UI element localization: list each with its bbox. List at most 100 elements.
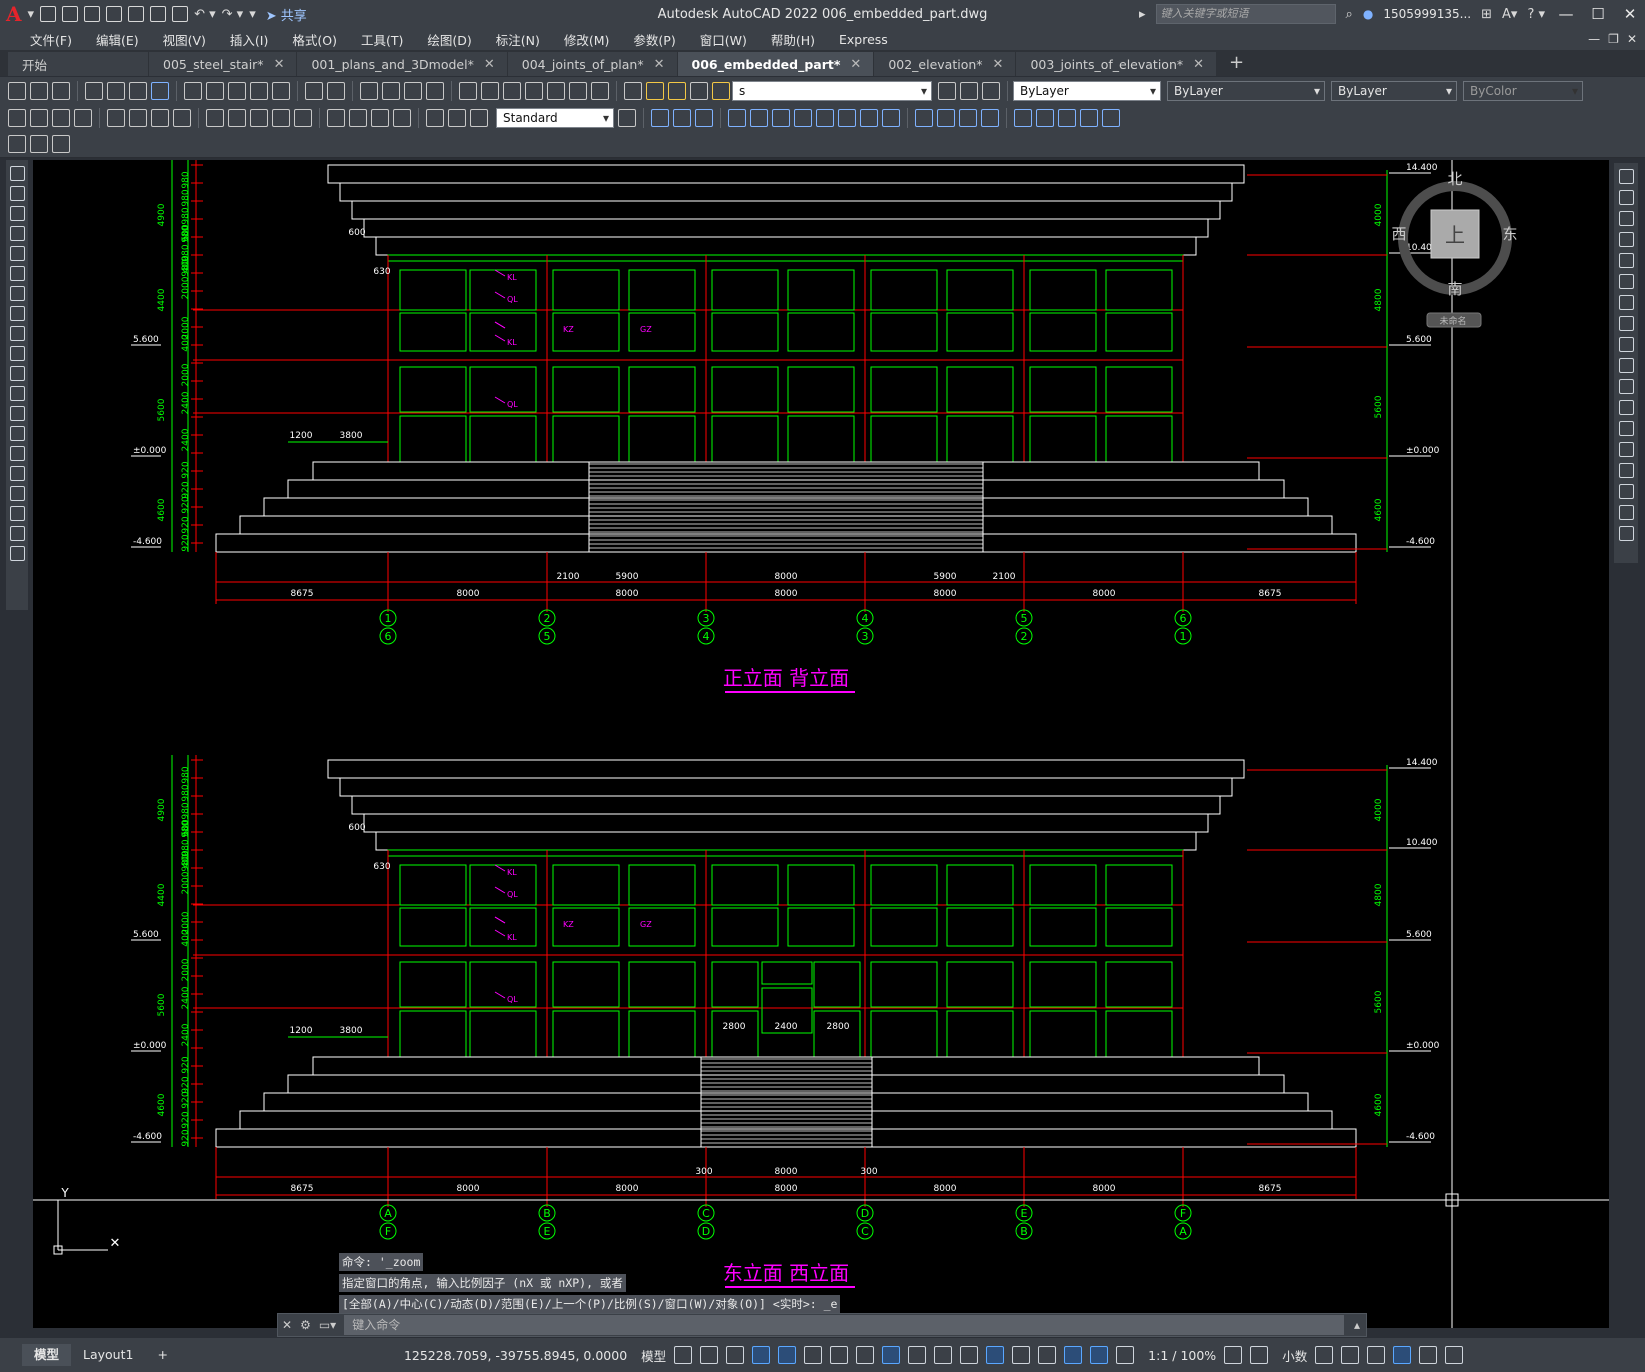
tab-layout1[interactable]: Layout1 xyxy=(71,1344,145,1366)
quick-properties-icon[interactable] xyxy=(1315,1346,1334,1364)
search-icon[interactable]: ⌕ xyxy=(1346,7,1353,22)
baseline-dim-icon[interactable] xyxy=(228,108,246,127)
gradient-icon[interactable] xyxy=(9,466,25,481)
tab-close-icon[interactable]: ✕ xyxy=(850,57,861,72)
search-expand-icon[interactable]: ▸ xyxy=(1139,7,1146,22)
lineweight-combo[interactable]: ByLayer xyxy=(1331,80,1457,101)
layer-freeze-icon[interactable] xyxy=(668,81,686,100)
fillet-icon[interactable] xyxy=(1618,484,1634,499)
polygon-icon[interactable] xyxy=(9,226,25,241)
scale-icon[interactable] xyxy=(1618,316,1634,331)
ellipse-arc-icon[interactable] xyxy=(9,366,25,381)
annotation-monitor-icon[interactable] xyxy=(1250,1346,1269,1364)
menu-parametric[interactable]: 参数(P) xyxy=(621,30,687,49)
interfere-icon[interactable] xyxy=(1102,108,1120,127)
offset-faces-icon[interactable] xyxy=(772,108,790,127)
tab-close-icon[interactable]: ✕ xyxy=(1193,57,1204,72)
revision-cloud-icon[interactable] xyxy=(9,306,25,321)
aligned-dim-icon[interactable] xyxy=(30,108,48,127)
doc-close-icon[interactable]: ✕ xyxy=(1627,32,1637,46)
object-snap-icon[interactable] xyxy=(882,1346,901,1364)
doc-restore-icon[interactable]: ❐ xyxy=(1608,32,1619,46)
quick-dim-icon[interactable] xyxy=(206,108,224,127)
share-button[interactable]: ➤ 共享 xyxy=(266,5,307,24)
dim-text-edit-icon[interactable] xyxy=(448,108,466,127)
quickcalc-icon[interactable] xyxy=(569,81,587,100)
angular-dim-icon[interactable] xyxy=(173,108,191,127)
menu-draw[interactable]: 绘图(D) xyxy=(415,30,483,49)
make-block-icon[interactable] xyxy=(9,406,25,421)
new-icon[interactable] xyxy=(8,81,26,100)
menu-help[interactable]: 帮助(H) xyxy=(759,30,827,49)
gizmo-icon[interactable] xyxy=(1064,1346,1083,1364)
save-web-icon[interactable] xyxy=(150,6,167,22)
move-icon[interactable] xyxy=(1618,274,1634,289)
tab-close-icon[interactable]: ✕ xyxy=(654,57,665,72)
dynamic-ucs-icon[interactable] xyxy=(1012,1346,1031,1364)
layer-combo[interactable]: s xyxy=(732,80,932,101)
command-history-chevron-icon[interactable]: ▴ xyxy=(1348,1318,1366,1332)
linear-dim-icon[interactable] xyxy=(8,108,26,127)
autocad-logo-icon[interactable]: A xyxy=(6,2,22,26)
units-display[interactable]: 小数 xyxy=(1282,1346,1307,1365)
section-icon[interactable] xyxy=(1080,108,1098,127)
polar-tracking-icon[interactable] xyxy=(804,1346,823,1364)
chamfer-icon[interactable] xyxy=(1618,463,1634,478)
attribute-icon[interactable] xyxy=(52,135,70,153)
break-at-point-icon[interactable] xyxy=(1618,400,1634,415)
user-icon[interactable]: ● xyxy=(1363,7,1373,21)
customization-menu-icon[interactable] xyxy=(1445,1346,1464,1364)
union-icon[interactable] xyxy=(651,108,669,127)
rectangle-icon[interactable] xyxy=(9,246,25,261)
user-name[interactable]: 1505999135... xyxy=(1383,7,1471,21)
rotate-faces-icon[interactable] xyxy=(816,108,834,127)
dim-break-icon[interactable] xyxy=(294,108,312,127)
help-icon[interactable] xyxy=(591,81,609,100)
layer-on-icon[interactable] xyxy=(646,81,664,100)
extract-edges-icon[interactable] xyxy=(1036,108,1054,127)
redo-icon[interactable]: ↷ ▾ xyxy=(222,7,244,22)
stretch-icon[interactable] xyxy=(1618,337,1634,352)
customize-qat-icon[interactable]: ▾ xyxy=(249,7,256,22)
transparency-icon[interactable] xyxy=(934,1346,953,1364)
add-layout-icon[interactable]: + xyxy=(145,1344,179,1366)
drawing-viewport[interactable]: 980 980 980 980 980 600 980 4900 400 2000 4400 2000… xyxy=(33,160,1609,1328)
redo-icon[interactable] xyxy=(327,81,345,100)
selection-filter-icon[interactable] xyxy=(1038,1346,1057,1364)
mirror-icon[interactable] xyxy=(1618,211,1634,226)
publish-icon[interactable] xyxy=(129,81,147,100)
arc-length-icon[interactable] xyxy=(52,108,70,127)
menu-view[interactable]: 视图(V) xyxy=(151,30,218,49)
cut-icon[interactable] xyxy=(184,81,202,100)
ellipse-icon[interactable] xyxy=(9,346,25,361)
block-editor-icon[interactable] xyxy=(272,81,290,100)
slice-icon[interactable] xyxy=(1058,108,1076,127)
offset-icon[interactable] xyxy=(1618,232,1634,247)
search-input[interactable]: 键入关键字或短语 xyxy=(1155,4,1336,24)
dim-update-icon[interactable] xyxy=(470,108,488,127)
sheet-set-icon[interactable] xyxy=(525,81,543,100)
grid-icon[interactable] xyxy=(674,1346,693,1364)
menu-window[interactable]: 窗口(W) xyxy=(688,30,759,49)
copy-icon[interactable] xyxy=(206,81,224,100)
ordinate-dim-icon[interactable] xyxy=(74,108,92,127)
pan-icon[interactable] xyxy=(360,81,378,100)
move-faces-icon[interactable] xyxy=(750,108,768,127)
layer-states-icon[interactable] xyxy=(982,81,1000,100)
layer-lock-icon[interactable] xyxy=(712,81,730,100)
model-space-toggle[interactable]: 模型 xyxy=(641,1346,666,1365)
workspace-gear-icon[interactable] xyxy=(1224,1346,1243,1364)
graphics-performance-icon[interactable] xyxy=(1393,1346,1412,1364)
maximize-button[interactable]: ☐ xyxy=(1587,5,1609,23)
array-icon[interactable] xyxy=(1618,253,1634,268)
menu-format[interactable]: 格式(O) xyxy=(280,30,349,49)
shell-icon[interactable] xyxy=(981,108,999,127)
new-file-icon[interactable] xyxy=(40,6,57,22)
tab-close-icon[interactable]: ✕ xyxy=(274,57,285,72)
autodesk-app-icon[interactable]: A▾ xyxy=(1502,7,1517,22)
selection-cycling-icon[interactable] xyxy=(960,1346,979,1364)
cart-icon[interactable]: ⊞ xyxy=(1481,7,1492,22)
coordinate-readout[interactable]: 125228.7059, -39755.8945, 0.0000 xyxy=(404,1348,627,1363)
zoom-previous-icon[interactable] xyxy=(426,81,444,100)
zoom-window-icon[interactable] xyxy=(404,81,422,100)
